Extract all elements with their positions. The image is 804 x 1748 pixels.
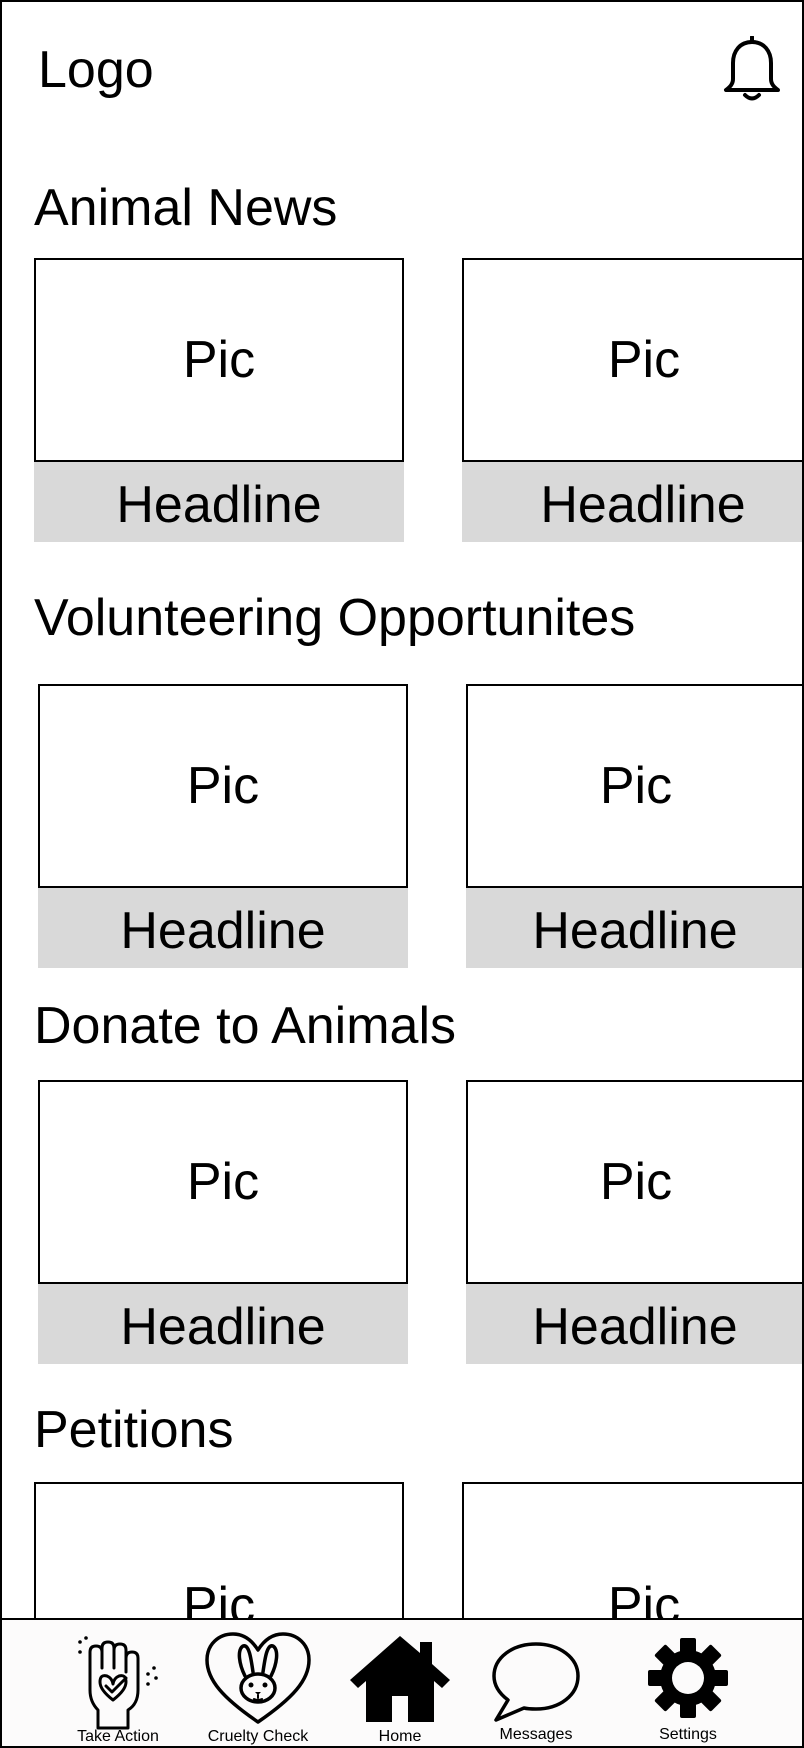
card-headline: Headline	[38, 1284, 408, 1364]
card-headline: Headline	[34, 462, 404, 542]
nav-label: Settings	[659, 1726, 717, 1743]
nav-label: Cruelty Check	[207, 1728, 309, 1745]
nav-label: Take Action	[77, 1728, 159, 1745]
nav-take-action[interactable]: Take Action	[58, 1620, 178, 1746]
card-pic: Pic	[38, 684, 408, 888]
bell-icon[interactable]	[720, 35, 784, 104]
card-headline: Headline	[462, 462, 802, 542]
raised-fist-heart-icon	[78, 1636, 158, 1730]
section-title-volunteering: Volunteering Opportunites	[34, 589, 636, 647]
home-icon	[350, 1636, 450, 1722]
nav-cruelty-check[interactable]: Cruelty Check	[198, 1620, 318, 1746]
card-pic: Pic	[466, 684, 802, 888]
speech-bubble-icon	[492, 1642, 580, 1722]
card-pic: Pic	[38, 1080, 408, 1284]
card-headline: Headline	[466, 888, 802, 968]
logo[interactable]: Logo	[38, 40, 154, 100]
section-title-petitions: Petitions	[34, 1401, 234, 1459]
news-card[interactable]: Pic Headline	[462, 258, 802, 542]
news-card[interactable]: Pic Headline	[34, 258, 404, 542]
gear-icon	[648, 1638, 728, 1718]
volunteer-card[interactable]: Pic Headline	[466, 684, 802, 968]
nav-home[interactable]: Home	[340, 1620, 460, 1746]
nav-label: Messages	[499, 1726, 573, 1743]
section-title-donate: Donate to Animals	[34, 997, 457, 1055]
nav-label: Home	[378, 1728, 422, 1745]
donate-card[interactable]: Pic Headline	[38, 1080, 408, 1364]
bottom-nav: Take Action Cruelty Check Home Messages …	[2, 1618, 802, 1746]
section-title-animal-news: Animal News	[34, 179, 338, 237]
card-pic: Pic	[34, 258, 404, 462]
volunteer-card[interactable]: Pic Headline	[38, 684, 408, 968]
app-screen: Logo Animal News Pic Headline Pic Headli…	[0, 0, 804, 1748]
card-headline: Headline	[38, 888, 408, 968]
bunny-heart-icon	[205, 1632, 311, 1724]
nav-settings[interactable]: Settings	[628, 1620, 748, 1746]
donate-card[interactable]: Pic Headline	[466, 1080, 802, 1364]
nav-messages[interactable]: Messages	[476, 1620, 596, 1746]
card-headline: Headline	[466, 1284, 802, 1364]
card-pic: Pic	[466, 1080, 802, 1284]
card-pic: Pic	[462, 258, 802, 462]
